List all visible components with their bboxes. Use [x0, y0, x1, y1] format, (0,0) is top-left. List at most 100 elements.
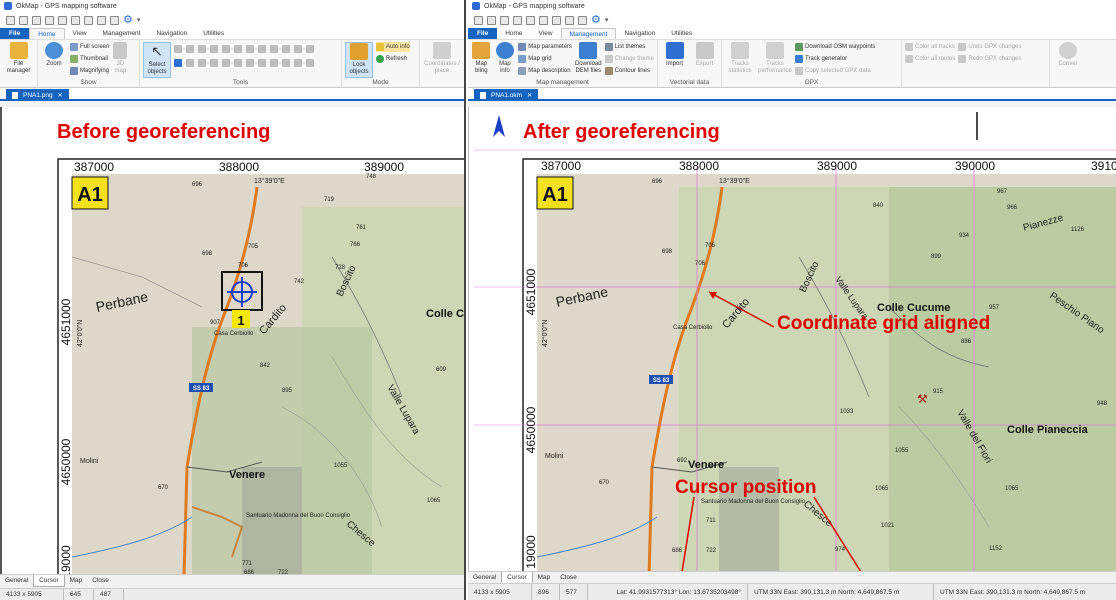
- tool-icon[interactable]: [186, 59, 194, 67]
- import-button[interactable]: Import: [661, 42, 688, 78]
- tool-icon[interactable]: [210, 45, 218, 53]
- redo-gpx-button[interactable]: Redo GPX changes: [958, 54, 1021, 64]
- map-grid-button[interactable]: Map grid: [518, 54, 572, 64]
- 3d-map-button[interactable]: 3D map: [112, 42, 128, 78]
- tracks-performance-button[interactable]: Tracks performance: [758, 42, 792, 78]
- auto-info-button[interactable]: Auto info: [376, 42, 410, 52]
- magnifying-button[interactable]: Magnifying: [70, 66, 109, 76]
- tool-icon[interactable]: [306, 59, 314, 67]
- tab-home[interactable]: Home: [29, 28, 65, 39]
- undo-icon[interactable]: [526, 15, 535, 25]
- color-all-routes-button[interactable]: Color all routes: [905, 54, 955, 64]
- tab-utilities[interactable]: Utilities: [663, 28, 700, 39]
- tab-management[interactable]: Management: [95, 28, 149, 39]
- paste-icon[interactable]: [565, 15, 574, 25]
- map-info-button[interactable]: Map info: [495, 42, 516, 78]
- save-icon[interactable]: [32, 15, 41, 25]
- close-icon[interactable]: ✕: [58, 92, 63, 99]
- new-file-icon[interactable]: [6, 15, 15, 25]
- map-parameters-button[interactable]: Map parameters: [518, 42, 572, 52]
- map-description-button[interactable]: Map description: [518, 66, 572, 76]
- tab-utilities[interactable]: Utilities: [195, 28, 232, 39]
- tab-file[interactable]: File: [0, 28, 30, 39]
- tool-icon[interactable]: [282, 45, 290, 53]
- close-icon[interactable]: ✕: [527, 92, 532, 99]
- download-osm-button[interactable]: Download OSM waypoints: [795, 42, 875, 52]
- print-icon[interactable]: [513, 15, 522, 25]
- undo-icon[interactable]: [58, 15, 67, 25]
- tool-icon[interactable]: [306, 45, 314, 53]
- tracks-statistics-button[interactable]: Tracks statistics: [725, 42, 755, 78]
- tool-icon[interactable]: [222, 59, 230, 67]
- map-canvas[interactable]: A1 387000 388000 389000 390000 3910 4651…: [469, 107, 1116, 571]
- select-objects-button[interactable]: ↖ Select objects: [143, 42, 171, 78]
- tool-icon[interactable]: [258, 45, 266, 53]
- tool-icon[interactable]: [282, 59, 290, 67]
- tab-navigation[interactable]: Navigation: [616, 28, 663, 39]
- tool-icon[interactable]: [174, 45, 182, 53]
- bottom-tab-close[interactable]: Close: [555, 572, 582, 584]
- open-file-icon[interactable]: [19, 15, 28, 25]
- gear-icon[interactable]: ⚙: [123, 14, 133, 25]
- map-view[interactable]: Before georeferencing 1 A1 387000 388000…: [0, 107, 464, 574]
- copy-icon[interactable]: [84, 15, 93, 25]
- tool-icon[interactable]: [198, 45, 206, 53]
- customize-dropdown-icon[interactable]: ▾: [605, 16, 609, 24]
- cut-icon[interactable]: [578, 15, 587, 25]
- bottom-tab-close[interactable]: Close: [87, 575, 114, 587]
- contour-lines-button[interactable]: Contour lines: [604, 66, 654, 76]
- move-icon[interactable]: [174, 59, 182, 67]
- map-canvas[interactable]: 1 A1 387000 388000 389000 4651000 465000…: [2, 107, 464, 574]
- bottom-tab-general[interactable]: General: [0, 575, 33, 587]
- tool-icon[interactable]: [186, 45, 194, 53]
- open-file-icon[interactable]: [487, 15, 496, 25]
- copy-gpx-button[interactable]: Copy selected GPX data: [795, 66, 875, 76]
- zoom-button[interactable]: Zoom: [41, 42, 67, 78]
- print-icon[interactable]: [45, 15, 54, 25]
- tool-icon[interactable]: [222, 45, 230, 53]
- color-all-tracks-button[interactable]: Color all tracks: [905, 42, 955, 52]
- tool-icon[interactable]: [294, 45, 302, 53]
- file-manager-button[interactable]: File manager: [3, 42, 34, 78]
- tab-view[interactable]: View: [65, 28, 95, 39]
- gear-icon[interactable]: ⚙: [591, 14, 601, 25]
- tab-navigation[interactable]: Navigation: [148, 28, 195, 39]
- full-screen-button[interactable]: Full screen: [70, 42, 109, 52]
- cut-icon[interactable]: [110, 15, 119, 25]
- save-icon[interactable]: [500, 15, 509, 25]
- tab-home[interactable]: Home: [497, 28, 530, 39]
- tool-icon[interactable]: [210, 59, 218, 67]
- document-tab[interactable]: PNA1.okm ✕: [474, 89, 539, 101]
- copy-icon[interactable]: [552, 15, 561, 25]
- coordinates-place-button[interactable]: Coordinates / place: [423, 42, 461, 78]
- map-view[interactable]: After georeferencing A1 387000 388000 38…: [468, 107, 1116, 571]
- bottom-tab-map[interactable]: Map: [533, 572, 556, 584]
- tool-icon[interactable]: [246, 45, 254, 53]
- bottom-tab-map[interactable]: Map: [65, 575, 88, 587]
- tab-file[interactable]: File: [468, 28, 498, 39]
- list-themes-button[interactable]: List themes: [604, 42, 654, 52]
- paste-icon[interactable]: [97, 15, 106, 25]
- tool-icon[interactable]: [294, 59, 302, 67]
- bottom-tab-general[interactable]: General: [468, 572, 501, 584]
- tool-icon[interactable]: [234, 59, 242, 67]
- tool-icon[interactable]: [258, 59, 266, 67]
- thumbnail-button[interactable]: Thumbnail: [70, 54, 109, 64]
- tab-management[interactable]: Management: [560, 28, 617, 39]
- lock-objects-button[interactable]: Lock objects: [345, 42, 373, 78]
- track-generator-button[interactable]: Track generator: [795, 54, 875, 64]
- bottom-tab-cursor[interactable]: Cursor: [33, 574, 65, 587]
- convert-button[interactable]: Conver: [1053, 42, 1083, 78]
- document-tab[interactable]: PNA1.png ✕: [6, 89, 69, 101]
- tool-icon[interactable]: [270, 59, 278, 67]
- undo-gpx-button[interactable]: Undo GPX changes: [958, 42, 1021, 52]
- download-dem-button[interactable]: Download DEM files: [575, 42, 602, 78]
- tool-icon[interactable]: [270, 45, 278, 53]
- map-bling-button[interactable]: Map bling: [471, 42, 492, 78]
- refresh-button[interactable]: Refresh: [376, 54, 410, 64]
- tool-icon[interactable]: [246, 59, 254, 67]
- redo-icon[interactable]: [539, 15, 548, 25]
- bottom-tab-cursor[interactable]: Cursor: [501, 571, 533, 584]
- customize-dropdown-icon[interactable]: ▾: [137, 16, 141, 24]
- tab-view[interactable]: View: [531, 28, 561, 39]
